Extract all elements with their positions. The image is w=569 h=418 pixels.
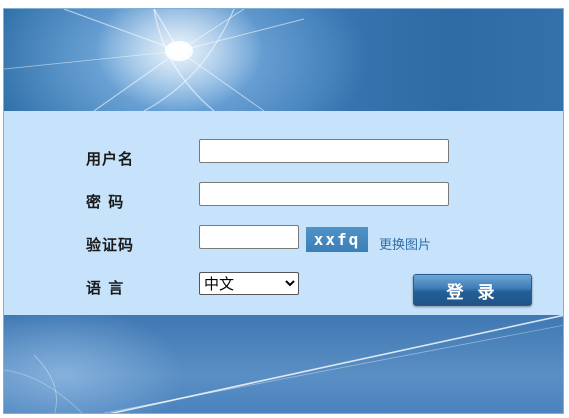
captcha-label: 验证码	[86, 236, 135, 254]
light-streak-decoration	[4, 9, 305, 111]
captcha-image[interactable]: xxfq	[306, 227, 368, 252]
login-button[interactable]: 登 录	[413, 274, 532, 306]
header-banner-image	[4, 9, 563, 111]
light-line-decoration	[4, 315, 563, 413]
password-input[interactable]	[199, 182, 449, 206]
username-input[interactable]	[199, 139, 449, 163]
language-select[interactable]: 中文	[199, 272, 299, 295]
language-label: 语 言	[86, 279, 125, 297]
captcha-input[interactable]	[199, 225, 299, 249]
refresh-captcha-link[interactable]: 更换图片	[379, 234, 431, 253]
login-frame: 用户名 密 码 验证码 xxfq 更换图片 语 言 中文 登 录	[3, 8, 564, 414]
username-label: 用户名	[86, 150, 135, 168]
password-label: 密 码	[86, 193, 125, 211]
footer-banner-image	[4, 315, 563, 413]
